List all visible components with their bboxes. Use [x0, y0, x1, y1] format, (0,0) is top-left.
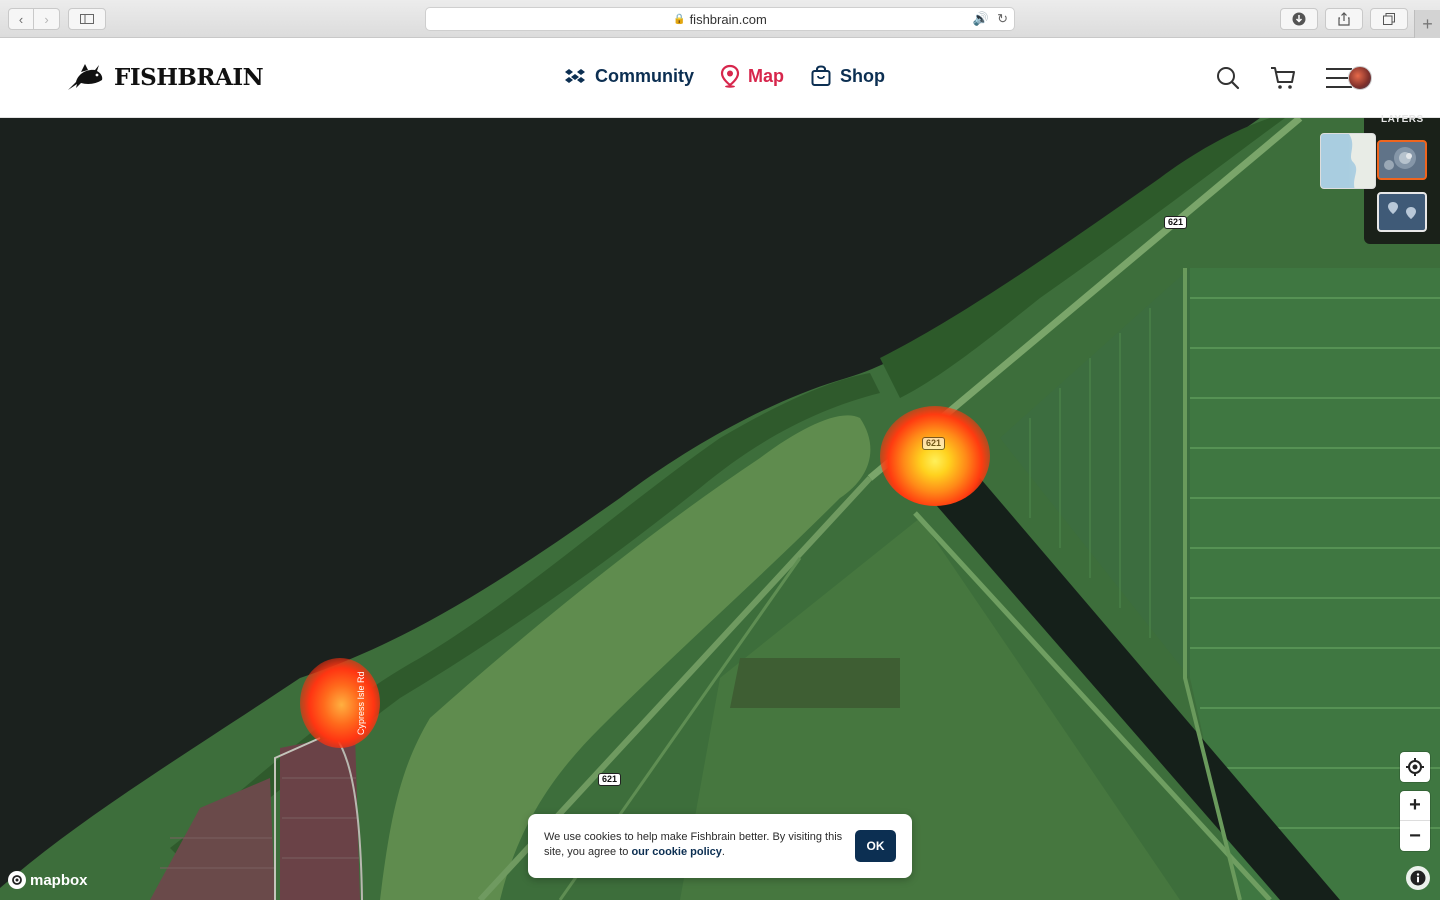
mapbox-icon	[8, 871, 26, 889]
speaker-icon[interactable]: 🔊	[973, 11, 989, 27]
browser-toolbar: ‹ › 🔒 fishbrain.com 🔊 ↻ +	[0, 0, 1440, 38]
map-pin-icon	[720, 64, 740, 88]
logo-text: FISHBRAIN	[114, 63, 264, 91]
fish-logo-icon	[68, 64, 103, 90]
road-name-label: Cypress Isle Rd	[356, 671, 366, 735]
tabs-button[interactable]	[1370, 8, 1408, 30]
mapbox-text: mapbox	[30, 871, 88, 889]
shopping-bag-icon	[811, 65, 831, 86]
nav-shop[interactable]: Shop	[810, 64, 885, 88]
sidebar-icon	[80, 14, 94, 24]
downloads-button[interactable]	[1280, 8, 1318, 30]
share-icon	[1338, 12, 1350, 26]
catch-heatmap-hotspot[interactable]	[880, 406, 990, 506]
main-nav: Community Map Shop	[563, 64, 885, 88]
pins-layer-icon	[1388, 202, 1416, 219]
cookie-message: We use cookies to help make Fishbrain be…	[544, 830, 844, 860]
locate-me-button[interactable]	[1400, 752, 1430, 782]
back-button[interactable]: ‹	[8, 8, 34, 30]
mapbox-logo[interactable]: mapbox	[8, 871, 88, 889]
heatmap-layer-icon	[1384, 147, 1416, 170]
url-text: fishbrain.com	[689, 11, 767, 27]
cookie-banner: We use cookies to help make Fishbrain be…	[528, 814, 912, 878]
catch-heatmap-hotspot[interactable]	[300, 658, 380, 748]
zoom-in-button[interactable]: +	[1400, 791, 1430, 821]
heatmap-layer-toggle[interactable]	[1377, 140, 1427, 180]
attribution-info-button[interactable]	[1406, 866, 1430, 890]
address-bar[interactable]: 🔒 fishbrain.com 🔊 ↻	[425, 7, 1015, 31]
share-button[interactable]	[1325, 8, 1363, 30]
road-shield: 621	[598, 773, 622, 786]
road-shield: 621	[922, 437, 946, 450]
satellite-map	[0, 118, 1440, 900]
map-style-toggle[interactable]	[1320, 133, 1376, 189]
road-shield: 621	[1164, 216, 1188, 229]
user-menu-button[interactable]	[1326, 62, 1372, 94]
nav-map-label: Map	[748, 65, 784, 86]
search-icon[interactable]	[1216, 66, 1240, 90]
zoom-out-button[interactable]: −	[1400, 821, 1430, 851]
cookie-policy-link[interactable]: our cookie policy	[631, 846, 721, 858]
map-style-preview	[1349, 134, 1375, 188]
download-icon	[1292, 12, 1306, 26]
zoom-controls: + −	[1400, 791, 1430, 851]
fishbrain-logo[interactable]: FISHBRAIN	[66, 60, 264, 94]
cookie-text-end: .	[721, 846, 725, 858]
nav-shop-label: Shop	[840, 65, 885, 86]
layers-title: LAYERS	[1381, 114, 1424, 125]
reload-icon[interactable]: ↻	[997, 11, 1008, 27]
nav-map[interactable]: Map	[720, 64, 784, 88]
community-icon	[565, 69, 585, 83]
crosshair-icon	[1406, 758, 1424, 776]
cookie-ok-button[interactable]: OK	[855, 830, 896, 862]
cart-icon[interactable]	[1270, 66, 1296, 90]
tabs-icon	[1383, 13, 1395, 25]
new-tab-button[interactable]: +	[1414, 10, 1440, 38]
info-icon	[1410, 870, 1426, 886]
lock-icon: 🔒	[673, 13, 686, 25]
nav-community-label: Community	[595, 65, 694, 86]
avatar	[1348, 66, 1372, 90]
pins-layer-toggle[interactable]	[1377, 192, 1427, 232]
forward-button[interactable]: ›	[34, 8, 60, 30]
fishing-map[interactable]: 621 621 621	[0, 118, 1440, 900]
site-header: FISHBRAIN Community Map Shop	[0, 38, 1440, 118]
nav-community[interactable]: Community	[563, 64, 694, 88]
sidebar-toggle-button[interactable]	[68, 8, 106, 30]
